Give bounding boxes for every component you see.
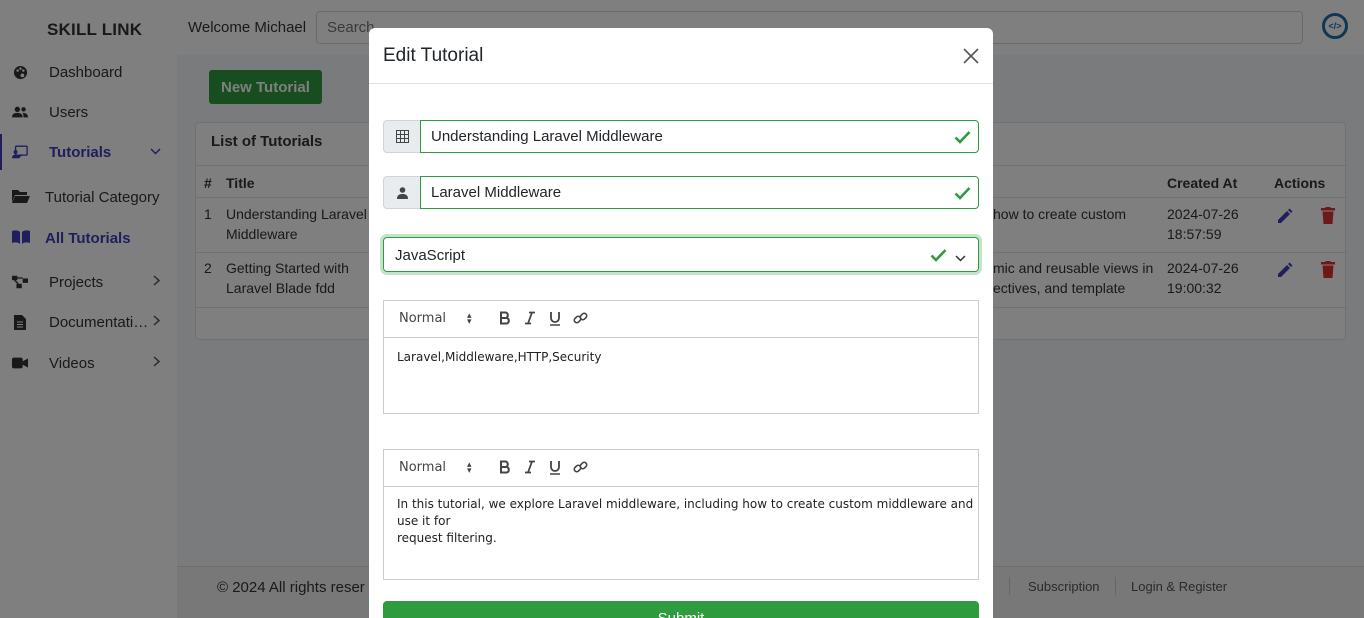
- tags-editor: Normal ▴ ▾ Laravel,Middleware,HTTP,Securi…: [383, 300, 979, 414]
- sort-arrows-icon: ▴ ▾: [467, 459, 472, 475]
- submit-button[interactable]: Submit: [383, 601, 979, 618]
- editor-content-line: request filtering.: [397, 531, 497, 545]
- user-icon: [383, 176, 421, 209]
- format-select[interactable]: Normal: [399, 460, 446, 475]
- check-icon: [954, 130, 971, 144]
- underline-icon[interactable]: [548, 311, 562, 329]
- subtitle-field[interactable]: [420, 176, 979, 209]
- editor-toolbar: Normal ▴ ▾: [384, 301, 978, 338]
- title-input-group: [383, 120, 979, 153]
- editor-content-line: In this tutorial, we explore Laravel mid…: [397, 497, 974, 528]
- format-select[interactable]: Normal: [399, 311, 446, 326]
- close-icon[interactable]: [961, 46, 981, 66]
- editor-content[interactable]: In this tutorial, we explore Laravel mid…: [397, 496, 978, 547]
- italic-icon[interactable]: [523, 311, 537, 328]
- bold-icon[interactable]: [498, 311, 512, 328]
- chevron-down-icon: [955, 250, 966, 267]
- modal-header: Edit Tutorial: [369, 28, 993, 84]
- modal-title: Edit Tutorial: [383, 45, 484, 66]
- check-icon: [930, 248, 947, 262]
- link-icon[interactable]: [573, 460, 588, 478]
- category-select[interactable]: JavaScript: [383, 237, 979, 272]
- editor-toolbar: Normal ▴ ▾: [384, 450, 978, 487]
- editor-content[interactable]: Laravel,Middleware,HTTP,Security: [397, 349, 601, 366]
- content-editor: Normal ▴ ▾ In this tutorial, we explore L…: [383, 449, 979, 580]
- check-icon: [954, 186, 971, 200]
- sort-arrows-icon: ▴ ▾: [467, 310, 472, 326]
- edit-tutorial-modal: Edit Tutorial JavaScript: [369, 28, 993, 618]
- bold-icon[interactable]: [498, 460, 512, 477]
- italic-icon[interactable]: [523, 460, 537, 477]
- title-field[interactable]: [420, 120, 979, 153]
- table-icon: [383, 120, 421, 153]
- subtitle-input-group: [383, 176, 979, 209]
- category-select-value: JavaScript: [395, 247, 466, 264]
- underline-icon[interactable]: [548, 460, 562, 478]
- link-icon[interactable]: [573, 311, 588, 329]
